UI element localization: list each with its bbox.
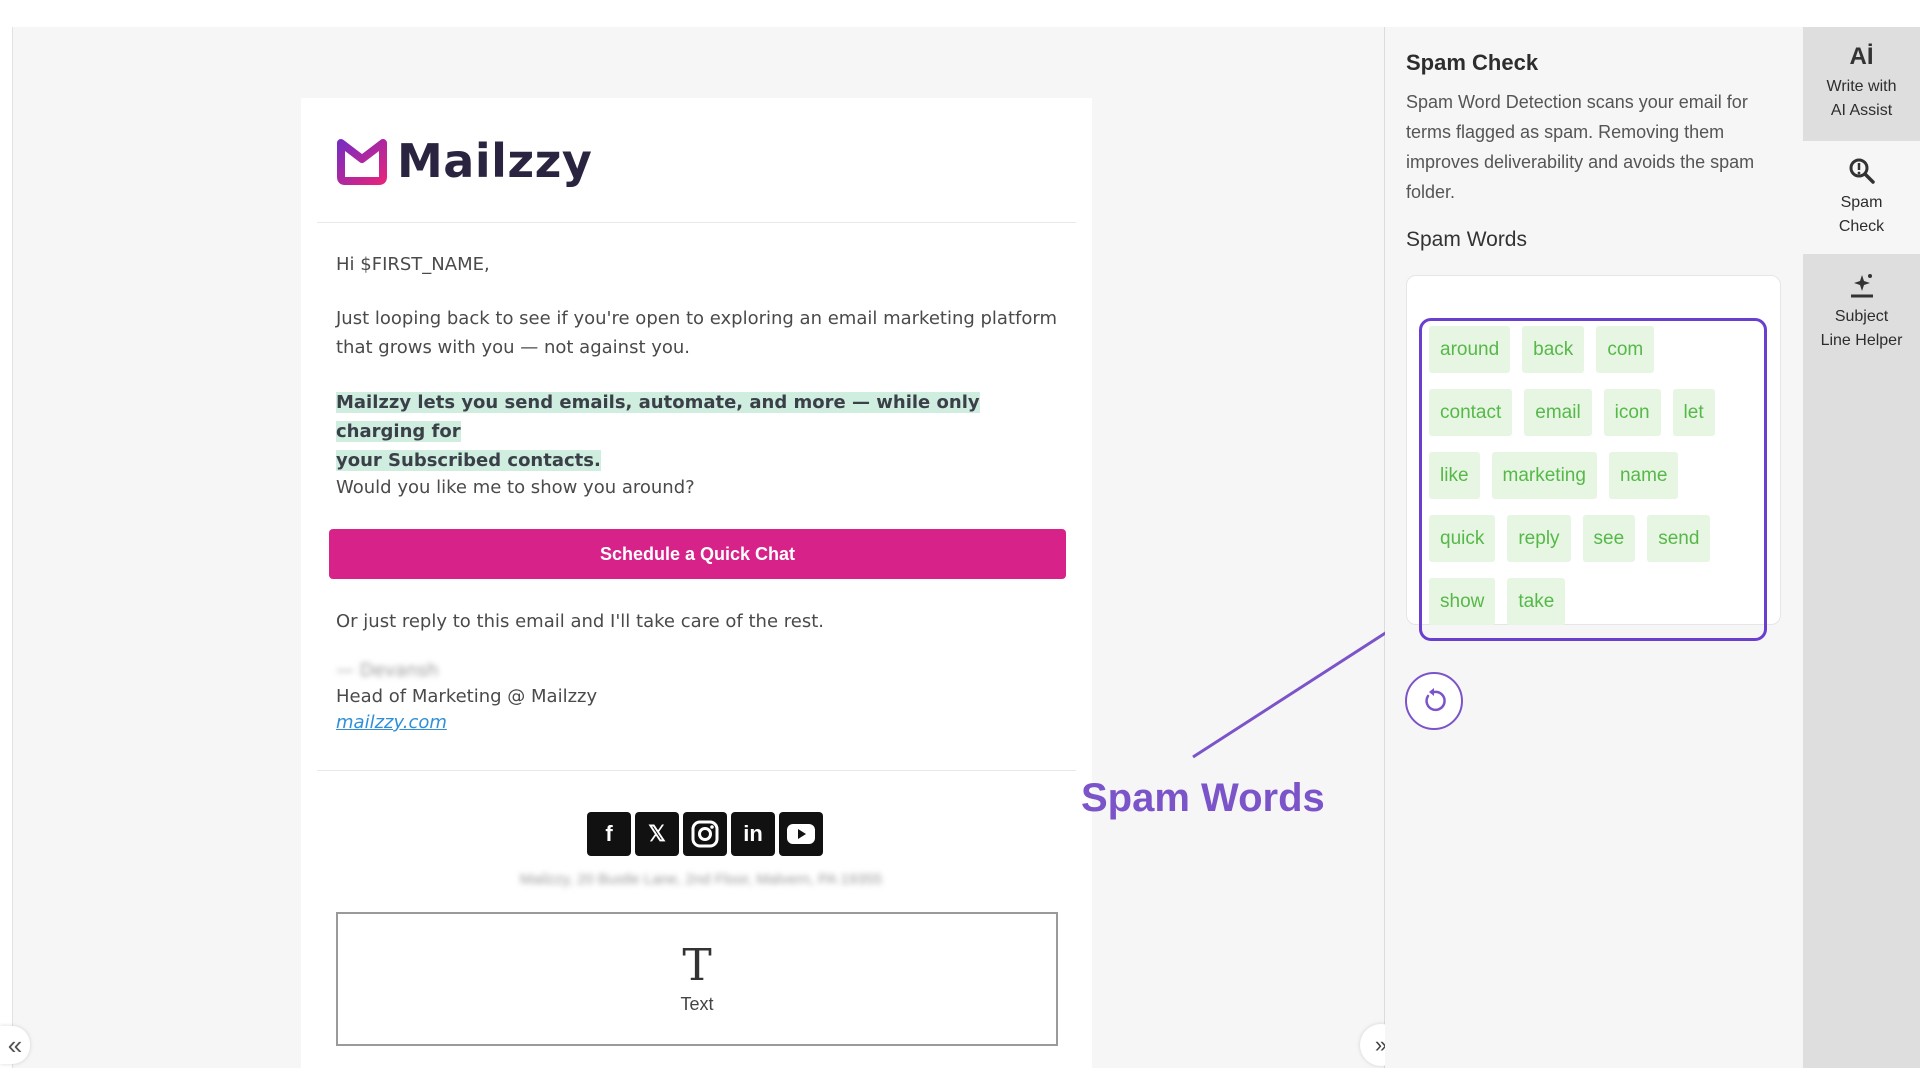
rail-label: Spam (1840, 193, 1883, 211)
rail-label: Write with (1826, 77, 1897, 95)
chip-row: around back com (1429, 326, 1759, 373)
spam-word-chip[interactable]: take (1507, 578, 1566, 625)
rail-spam-check[interactable]: Spam Check (1803, 141, 1920, 254)
spam-word-chip[interactable]: reply (1507, 515, 1571, 562)
spam-word-chip[interactable]: marketing (1491, 452, 1597, 499)
spam-word-chip[interactable]: icon (1603, 389, 1661, 436)
rail-subject-helper[interactable]: Subject Line Helper (1803, 255, 1920, 368)
refresh-spam-check-button[interactable] (1405, 672, 1463, 730)
sparkle-edit-icon (1850, 273, 1873, 297)
chip-row: show take (1429, 578, 1759, 625)
chip-row: contact email icon let (1429, 389, 1759, 436)
rail-ai-assist[interactable]: Aİ Write with AI Assist (1803, 27, 1920, 140)
spam-word-chip[interactable]: back (1522, 326, 1585, 373)
panel-title: Spam Check (1406, 50, 1539, 75)
spam-words-heading: Spam Words (1406, 228, 1527, 251)
rail-label: AI Assist (1830, 101, 1893, 119)
spam-word-chip[interactable]: around (1429, 326, 1511, 373)
rail-label: Subject (1834, 307, 1889, 325)
panel-description: Spam Word Detection scans your email for… (1406, 92, 1755, 202)
chip-row: like marketing name (1429, 452, 1759, 499)
annotation-label: Spam Words (1081, 776, 1325, 820)
spam-word-chip[interactable]: contact (1429, 389, 1513, 436)
chip-row: quick reply see send (1429, 515, 1759, 562)
rail-label: Line Helper (1820, 331, 1903, 349)
refresh-icon (1425, 688, 1446, 712)
spam-word-chip[interactable]: quick (1429, 515, 1496, 562)
search-icon (1849, 158, 1875, 184)
tools-rail: Aİ Write with AI Assist Spam Check Subje… (1803, 27, 1920, 1068)
ai-icon: Aİ (1849, 42, 1874, 70)
spam-word-chip[interactable]: email (1524, 389, 1592, 436)
spam-word-chip[interactable]: send (1647, 515, 1711, 562)
spam-word-chip[interactable]: com (1596, 326, 1655, 373)
spam-words-list: around back com contact email icon let l… (1429, 326, 1759, 641)
spam-word-chip[interactable]: show (1429, 578, 1496, 625)
spam-word-chip[interactable]: let (1672, 389, 1715, 436)
spam-word-chip[interactable]: see (1582, 515, 1636, 562)
spam-check-panel: Spam Check Spam Word Detection scans you… (1385, 27, 1803, 1068)
spam-word-chip[interactable]: like (1429, 452, 1480, 499)
rail-label: Check (1838, 217, 1885, 235)
spam-word-chip[interactable]: name (1608, 452, 1679, 499)
